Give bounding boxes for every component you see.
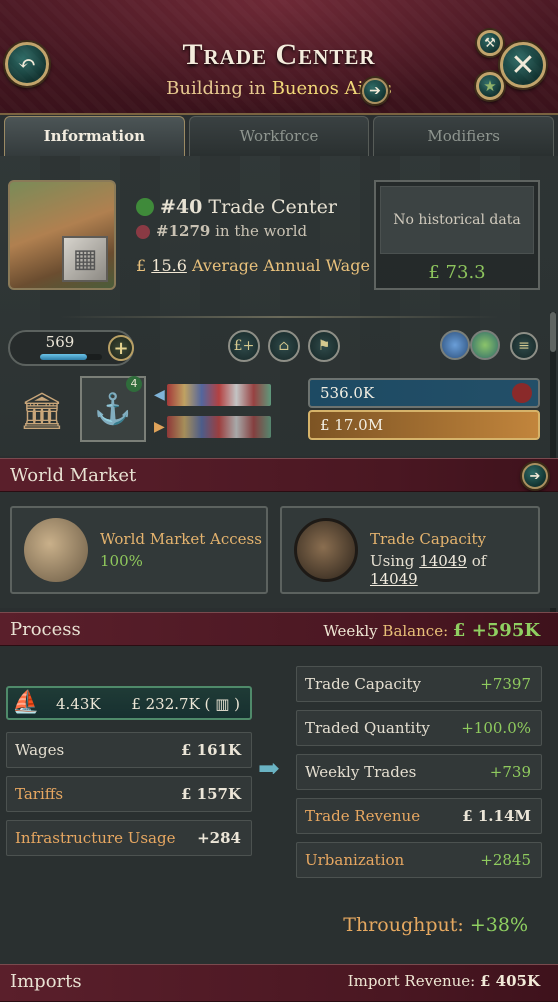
world-market-access-card[interactable]: World Market Access 100% [10, 506, 268, 594]
country-rank: #40 Trade Center [136, 196, 337, 218]
star-icon[interactable]: ★ [476, 72, 504, 100]
output-arrow-icon: ▶ [154, 419, 165, 435]
flow-arrow-icon: ➡ [258, 754, 280, 784]
history-value: £ 73.3 [428, 262, 486, 283]
pop-icon [512, 383, 532, 403]
output-label: Trade Revenue [305, 807, 421, 825]
cost-value: +284 [197, 829, 241, 847]
output-value: +2845 [480, 851, 531, 869]
state-icon[interactable] [470, 330, 500, 360]
cost-label: Tariffs [15, 785, 64, 803]
imports-header: Imports Import Revenue: £ 405K [0, 964, 558, 1002]
average-wage: £ 15.6 Average Annual Wage [136, 256, 370, 275]
output-row[interactable]: Trade Revenue £ 1.14M [296, 798, 542, 834]
level-progress-bar [40, 354, 102, 360]
employment-bar[interactable]: 536.0K [308, 378, 540, 408]
weekly-balance: Weekly Balance: £ +595K [323, 620, 540, 641]
flag-icon[interactable]: ⚑ [308, 330, 340, 362]
crate-stack-icon [294, 518, 358, 582]
output-value: £ 1.14M [462, 807, 531, 825]
input-arrow-icon: ◀ [154, 387, 165, 403]
capacity-title: Trade Capacity [370, 530, 487, 548]
tab-information[interactable]: Information [4, 116, 185, 156]
owner-portrait-icon[interactable] [440, 330, 470, 360]
building-location: Building in Buenos Aires [0, 78, 558, 99]
cost-value: £ 157K [180, 785, 241, 803]
world-market-title: World Market [10, 465, 137, 486]
output-label: Urbanization [305, 851, 405, 869]
world-market-header: World Market ➔ [0, 458, 558, 492]
cost-label: Wages [15, 741, 65, 759]
expand-building-button[interactable]: + [108, 335, 134, 361]
output-label: Weekly Trades [305, 763, 417, 781]
input-goods-row: ◀ [154, 382, 271, 408]
throughput: Throughput: +38% [343, 914, 528, 936]
pin-icon[interactable]: ⚒ [477, 30, 503, 56]
market-stall-icon [24, 518, 88, 582]
history-empty-text: No historical data [380, 186, 534, 254]
output-value: +739 [489, 763, 531, 781]
output-row[interactable]: Weekly Trades +739 [296, 754, 542, 790]
world-rank: #1279 in the world [136, 222, 307, 240]
world-market-body: World Market Access 100% Trade Capacity … [0, 492, 558, 608]
output-goods-row: ▶ [154, 414, 271, 440]
output-row[interactable]: Urbanization +2845 [296, 842, 542, 878]
access-value: 100% [100, 552, 143, 570]
cost-row[interactable]: Infrastructure Usage +284 [6, 820, 252, 856]
tab-modifiers[interactable]: Modifiers [373, 116, 555, 156]
cost-row[interactable]: Wages £ 161K [6, 732, 252, 768]
tab-bar: Information Workforce Modifiers [0, 116, 558, 156]
level-progress-fill [40, 354, 87, 360]
capacity-usage: Using 14049 of 14049 [370, 552, 487, 588]
production-method-selector[interactable]: ⚓ 4 [80, 376, 146, 442]
output-value: £ 232.7K ( ▥ ) [131, 695, 240, 713]
input-goods-icons[interactable] [166, 384, 271, 406]
cost-row[interactable]: Tariffs £ 157K [6, 776, 252, 812]
header: ↶ Trade Center Building in Buenos Aires … [0, 0, 558, 115]
world-rank-icon [136, 225, 150, 239]
output-label: Traded Quantity [305, 719, 430, 737]
output-summary[interactable]: ⛵ 4.43K £ 232.7K ( ▥ ) [6, 686, 252, 720]
close-icon[interactable]: ✕ [500, 42, 546, 88]
world-market-arrow-icon[interactable]: ➔ [522, 463, 548, 489]
pm-count-badge: 4 [126, 376, 142, 392]
rank-up-arrow-icon [136, 198, 154, 216]
cash-reserves-bar[interactable]: £ 17.0M [308, 410, 540, 440]
process-body: ⛵ 4.43K £ 232.7K ( ▥ ) Wages £ 161K Tariff… [0, 646, 558, 966]
trade-capacity-card[interactable]: Trade Capacity Using 14049 of 14049 [280, 506, 540, 594]
process-header: Process Weekly Balance: £ +595K [0, 612, 558, 646]
level-value: 569 [45, 333, 75, 351]
output-row[interactable]: Traded Quantity +100.0% [296, 710, 542, 746]
history-chart[interactable]: No historical data £ 73.3 [374, 180, 540, 290]
building-image: ▦ [8, 180, 116, 290]
import-revenue: Import Revenue: £ 405K [347, 972, 540, 990]
subsidize-icon[interactable]: £+ [228, 330, 260, 362]
output-label: Trade Capacity [305, 675, 422, 693]
output-goods-icons[interactable] [166, 416, 271, 438]
goto-city-arrow-icon[interactable]: ➔ [362, 78, 388, 104]
menu-icon[interactable]: ≡ [510, 332, 538, 360]
divider [60, 316, 498, 318]
imports-title: Imports [10, 971, 82, 992]
process-title: Process [10, 619, 81, 640]
building-facade-icon: 🏛 [19, 391, 65, 432]
access-title: World Market Access [100, 530, 262, 548]
building-info-panel: ▦ #40 Trade Center #1279 in the world £ … [0, 156, 558, 612]
ship-icon: ⛵ [12, 690, 40, 715]
output-quantity: 4.43K [56, 695, 101, 713]
ownership-icon[interactable]: ⌂ [268, 330, 300, 362]
cost-label: Infrastructure Usage [15, 829, 176, 847]
scrollbar-thumb[interactable] [550, 312, 556, 352]
page-title: Trade Center [182, 38, 376, 71]
output-value: +100.0% [461, 719, 531, 737]
output-value: +7397 [480, 675, 531, 693]
cost-value: £ 161K [180, 741, 241, 759]
crate-icon: ▦ [62, 236, 108, 282]
subtitle-prefix: Building in [166, 78, 266, 99]
output-row[interactable]: Trade Capacity +7397 [296, 666, 542, 702]
production-methods: 🏛 ⚓ 4 ◀ ▶ 536.0K £ 17.0M [0, 370, 558, 450]
tab-workforce[interactable]: Workforce [188, 116, 370, 156]
